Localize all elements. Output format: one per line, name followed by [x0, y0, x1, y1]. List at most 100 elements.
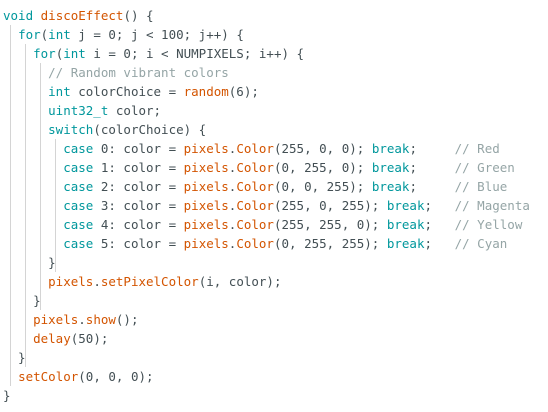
code-token: pixels	[33, 312, 79, 327]
code-token: 4: color =	[93, 217, 184, 232]
code-token: Color	[236, 160, 274, 175]
code-line[interactable]: case 0: color = pixels.Color(255, 0, 0);…	[3, 139, 500, 158]
code-line[interactable]: case 1: color = pixels.Color(0, 255, 0);…	[3, 158, 515, 177]
code-line[interactable]: }	[3, 386, 11, 405]
code-line[interactable]: }	[3, 253, 56, 272]
code-token: break	[386, 236, 425, 251]
code-token: colorChoice =	[70, 84, 184, 99]
code-line[interactable]: switch(colorChoice) {	[3, 120, 206, 139]
code-token: j = 0; j < 100; j++) {	[70, 27, 244, 42]
code-token: ;	[424, 236, 455, 251]
code-token: Color	[236, 198, 274, 213]
code-token: (255, 0, 255);	[273, 198, 387, 213]
code-token: color;	[108, 103, 162, 118]
code-line[interactable]: delay(50);	[3, 329, 108, 348]
code-token: (colorChoice) {	[93, 122, 207, 137]
code-line[interactable]: int colorChoice = random(6);	[3, 82, 259, 101]
code-token: (255, 255, 0);	[273, 217, 387, 232]
code-token: 3: color =	[93, 198, 184, 213]
code-token: for	[18, 27, 41, 42]
code-token: }	[3, 293, 41, 308]
code-line[interactable]: for(int i = 0; i < NUMPIXELS; i++) {	[3, 44, 304, 63]
code-token: break	[371, 160, 410, 175]
code-line[interactable]: // Random vibrant colors	[3, 63, 229, 82]
code-token: i = 0; i < NUMPIXELS; i++) {	[85, 46, 305, 61]
code-token: 2: color =	[93, 179, 184, 194]
code-token: ;	[409, 179, 455, 194]
code-token: pixels	[183, 141, 229, 156]
code-line[interactable]: case 2: color = pixels.Color(0, 0, 255);…	[3, 177, 507, 196]
code-token: break	[386, 198, 425, 213]
code-line[interactable]: void discoEffect() {	[3, 6, 154, 25]
code-token: delay	[33, 331, 71, 346]
code-token: case	[63, 179, 94, 194]
code-token: (0, 255, 255);	[273, 236, 387, 251]
code-line[interactable]: uint32_t color;	[3, 101, 161, 120]
code-token: // Magenta	[454, 198, 530, 213]
code-token: case	[63, 198, 94, 213]
code-token: .	[93, 274, 101, 289]
code-token: switch	[48, 122, 94, 137]
code-token: int	[63, 46, 86, 61]
code-line[interactable]: }	[3, 348, 26, 367]
code-token: break	[371, 179, 410, 194]
code-token: (50);	[70, 331, 109, 346]
code-token: case	[63, 160, 94, 175]
code-token: break	[386, 217, 425, 232]
code-line[interactable]: pixels.setPixelColor(i, color);	[3, 272, 281, 291]
code-token: // Yellow	[454, 217, 523, 232]
code-token: ;	[424, 198, 455, 213]
code-token: ;	[409, 160, 455, 175]
code-token: ();	[115, 312, 139, 327]
code-line[interactable]: setColor(0, 0, 0);	[3, 367, 154, 386]
code-token: (0, 255, 0);	[273, 160, 372, 175]
code-token: case	[63, 217, 94, 232]
code-token: pixels	[183, 198, 229, 213]
code-token: () {	[123, 8, 154, 23]
code-line[interactable]: case 3: color = pixels.Color(255, 0, 255…	[3, 196, 530, 215]
code-token: void	[3, 8, 34, 23]
code-token: pixels	[183, 179, 229, 194]
code-line[interactable]: }	[3, 291, 41, 310]
code-token: Color	[236, 217, 274, 232]
code-line[interactable]: for(int j = 0; j < 100; j++) {	[3, 25, 244, 44]
code-token: }	[3, 388, 11, 403]
code-line[interactable]: case 5: color = pixels.Color(0, 255, 255…	[3, 234, 507, 253]
code-token: (i, color);	[198, 274, 282, 289]
code-line[interactable]: pixels.show();	[3, 310, 138, 329]
code-token: (0, 0, 0);	[78, 369, 154, 384]
code-token: // Red	[454, 141, 500, 156]
code-token: // Green	[454, 160, 515, 175]
code-token: // Cyan	[454, 236, 508, 251]
code-token: setPixelColor	[100, 274, 199, 289]
code-line[interactable]: case 4: color = pixels.Color(255, 255, 0…	[3, 215, 522, 234]
code-token: case	[63, 141, 94, 156]
code-token: break	[371, 141, 410, 156]
code-editor[interactable]: void discoEffect() { for(int j = 0; j < …	[0, 0, 548, 412]
code-token: setColor	[18, 369, 79, 384]
code-token: (255, 0, 0);	[273, 141, 372, 156]
code-token: }	[3, 255, 56, 270]
code-token: Color	[236, 179, 274, 194]
code-token: uint32_t	[48, 103, 109, 118]
code-token: pixels	[183, 236, 229, 251]
code-token: .	[78, 312, 86, 327]
code-token: pixels	[183, 160, 229, 175]
